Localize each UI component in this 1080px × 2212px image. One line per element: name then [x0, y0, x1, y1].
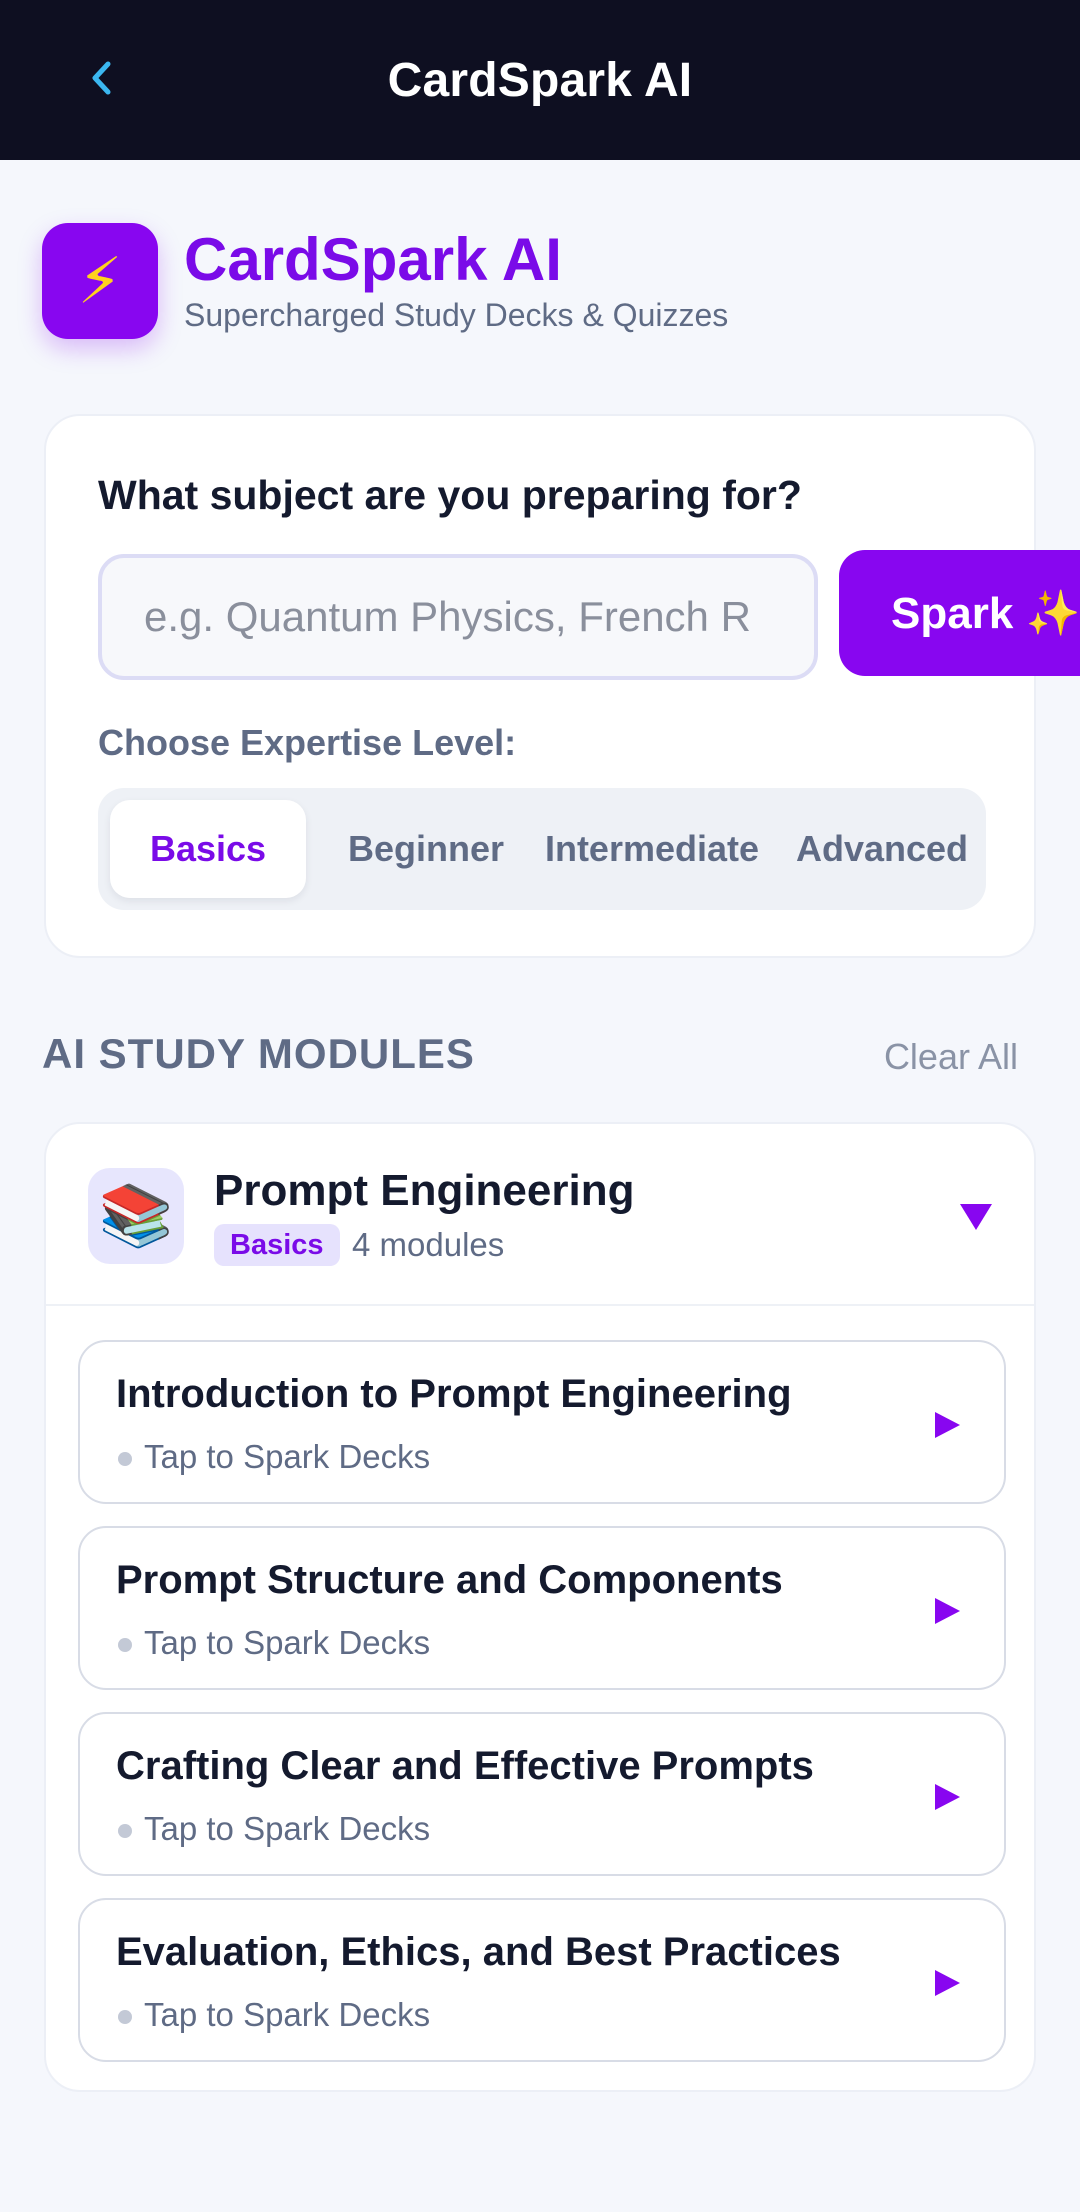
modules-heading: AI STUDY MODULES — [42, 1030, 475, 1077]
expertise-option-advanced[interactable]: Advanced — [784, 788, 980, 910]
expertise-option-beginner[interactable]: Beginner — [328, 788, 524, 910]
module-item-title: Introduction to Prompt Engineering — [116, 1372, 792, 1416]
module-item-subtitle: Tap to Spark Decks — [144, 1438, 431, 1475]
module-item-title: Prompt Structure and Components — [116, 1558, 783, 1602]
module-item[interactable]: Introduction to Prompt Engineering Tap t… — [78, 1340, 1006, 1504]
modules-section-header: AI STUDY MODULES Clear All — [42, 1030, 1038, 1082]
module-icon-tile: 📚 — [88, 1168, 184, 1264]
module-item[interactable]: Prompt Structure and Components Tap to S… — [78, 1526, 1006, 1690]
clear-all-button[interactable]: Clear All — [884, 1036, 1018, 1078]
play-icon[interactable] — [932, 1410, 962, 1440]
books-icon: 📚 — [98, 1182, 174, 1249]
subject-question: What subject are you preparing for? — [98, 472, 802, 518]
module-item-title: Crafting Clear and Effective Prompts — [116, 1744, 814, 1788]
module-card: 📚 Prompt Engineering Basics 4 modules In… — [44, 1122, 1036, 2092]
play-icon[interactable] — [932, 1782, 962, 1812]
expertise-option-basics[interactable]: Basics — [110, 800, 306, 898]
status-dot — [118, 2010, 132, 2024]
lightning-bolt-icon: ⚡ — [77, 245, 123, 317]
play-icon[interactable] — [932, 1968, 962, 1998]
module-item[interactable]: Crafting Clear and Effective Prompts Tap… — [78, 1712, 1006, 1876]
chevron-left-icon — [92, 61, 111, 95]
expertise-selector: Basics Beginner Intermediate Advanced — [98, 788, 986, 910]
status-dot — [118, 1824, 132, 1838]
level-badge: Basics — [214, 1224, 340, 1266]
module-item-subtitle: Tap to Spark Decks — [144, 1810, 431, 1847]
module-header[interactable]: 📚 Prompt Engineering Basics 4 modules — [46, 1124, 1034, 1306]
app-logo: ⚡ — [42, 223, 158, 339]
expertise-option-intermediate[interactable]: Intermediate — [534, 788, 770, 910]
subject-input-wrapper — [98, 554, 818, 680]
triangle-down-icon[interactable] — [958, 1202, 994, 1232]
module-count: 4 modules — [352, 1226, 505, 1263]
spark-button[interactable]: Spark ✨ — [839, 550, 1080, 676]
status-dot — [118, 1452, 132, 1466]
status-dot — [118, 1638, 132, 1652]
play-icon[interactable] — [932, 1596, 962, 1626]
module-title: Prompt Engineering — [214, 1166, 635, 1215]
brand-tagline: Supercharged Study Decks & Quizzes — [184, 297, 729, 333]
module-item-subtitle: Tap to Spark Decks — [144, 1624, 431, 1661]
back-button[interactable] — [86, 56, 116, 100]
brand-name: CardSpark AI — [184, 226, 562, 293]
app-bar-title: CardSpark AI — [387, 53, 693, 107]
expertise-label: Choose Expertise Level: — [98, 722, 517, 763]
subject-input[interactable] — [144, 558, 772, 676]
module-item-subtitle: Tap to Spark Decks — [144, 1996, 431, 2033]
subject-card: What subject are you preparing for? Choo… — [44, 414, 1036, 958]
module-item[interactable]: Evaluation, Ethics, and Best Practices T… — [78, 1898, 1006, 2062]
top-app-bar: CardSpark AI — [0, 0, 1080, 160]
brand-header: ⚡ CardSpark AI Supercharged Study Decks … — [42, 222, 728, 340]
module-item-title: Evaluation, Ethics, and Best Practices — [116, 1930, 841, 1974]
